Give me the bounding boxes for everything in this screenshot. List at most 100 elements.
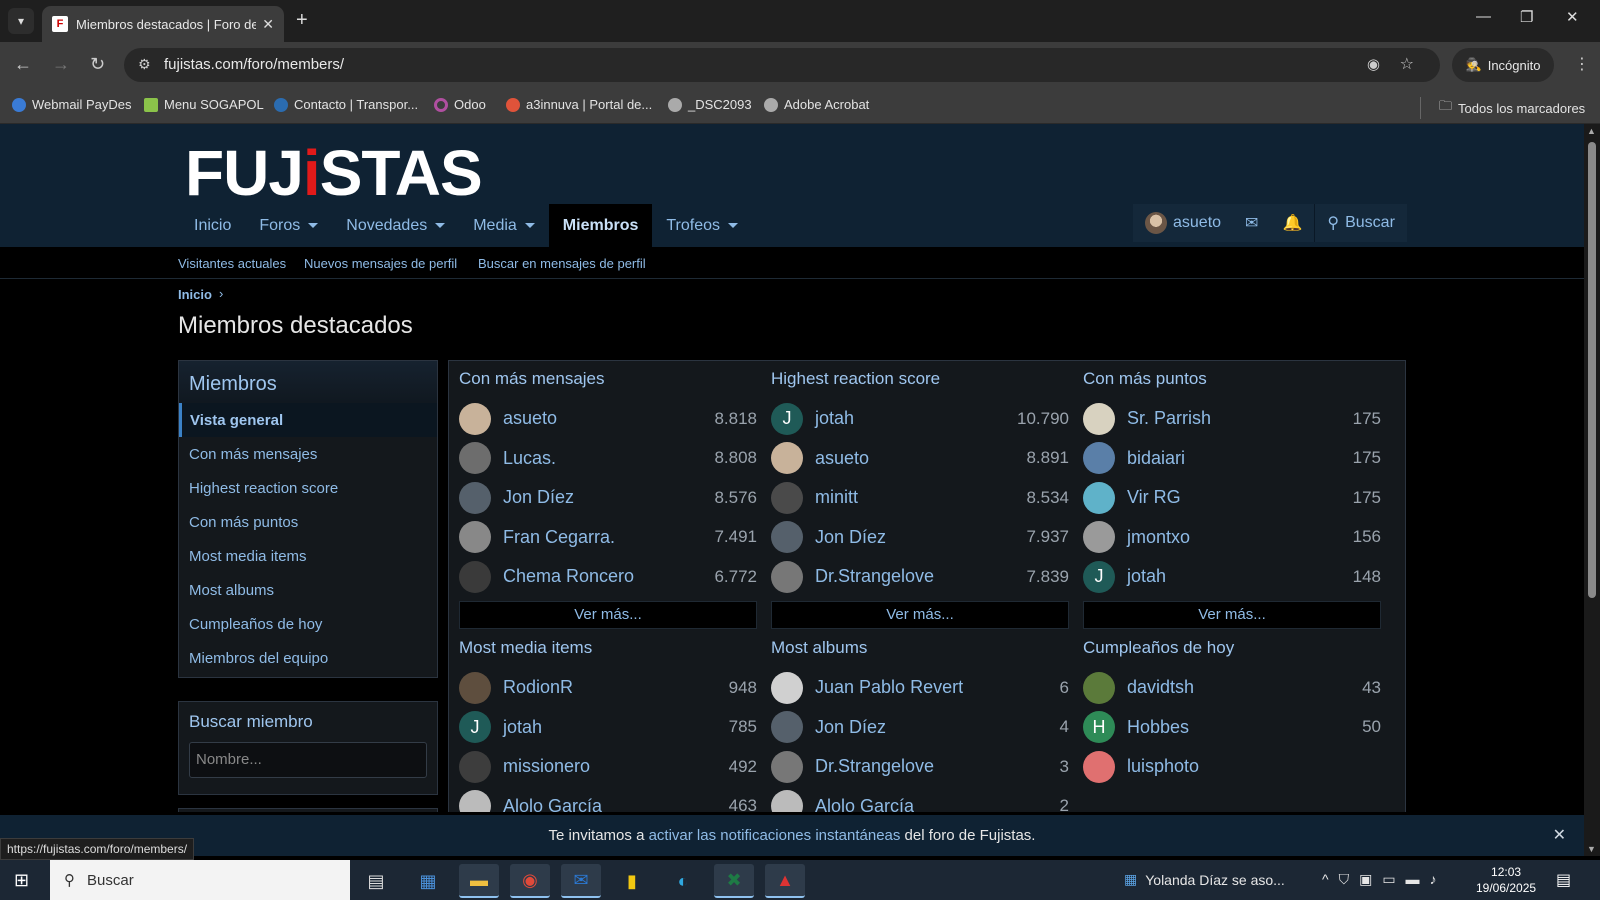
site-info-icon[interactable]: ⚙ — [138, 56, 151, 73]
battery-icon[interactable]: ▬ — [1406, 871, 1420, 888]
subnav-visitantes[interactable]: Visitantes actuales — [178, 256, 286, 271]
member-name[interactable]: jotah — [815, 408, 854, 429]
reload-icon[interactable]: ↻ — [90, 54, 105, 75]
shield-icon[interactable]: ⛉ — [1339, 871, 1350, 888]
sidebar-item-equipo[interactable]: Miembros del equipo — [179, 641, 437, 677]
bookmark-item[interactable]: _DSC2093 — [668, 97, 752, 112]
sidebar-item-cumpleanos[interactable]: Cumpleaños de hoy — [179, 607, 437, 641]
tracking-protection-icon[interactable]: ◉ — [1367, 55, 1380, 73]
subnav-nuevos-mensajes[interactable]: Nuevos mensajes de perfil — [304, 256, 457, 271]
browser-menu-icon[interactable]: ⋮ — [1574, 54, 1590, 74]
avatar[interactable] — [1083, 671, 1115, 704]
minimize-icon[interactable]: — — [1476, 8, 1491, 25]
member-name[interactable]: Vir RG — [1127, 487, 1181, 508]
restore-icon[interactable]: ❐ — [1520, 8, 1533, 26]
forward-icon[interactable]: → — [52, 54, 70, 75]
avatar[interactable] — [459, 750, 491, 783]
member-name[interactable]: Dr.Strangelove — [815, 566, 934, 587]
member-name[interactable]: RodionR — [503, 677, 573, 698]
nav-inicio[interactable]: Inicio — [180, 204, 245, 247]
member-name[interactable]: asueto — [503, 408, 557, 429]
bookmark-item[interactable]: Adobe Acrobat — [764, 97, 869, 112]
windows-start-icon[interactable]: ⊞ — [14, 870, 29, 891]
avatar[interactable] — [459, 671, 491, 704]
page-scrollbar[interactable]: ▲ ▼ — [1584, 124, 1600, 856]
account-button[interactable]: asueto — [1133, 204, 1233, 242]
edge-icon[interactable]: ◐ — [663, 864, 703, 898]
avatar[interactable] — [771, 711, 803, 744]
calculator-icon[interactable]: ▦ — [408, 864, 448, 898]
nav-trofeos[interactable]: Trofeos — [652, 204, 752, 247]
avatar[interactable] — [459, 521, 491, 554]
member-name[interactable]: luisphoto — [1127, 756, 1199, 777]
new-tab-icon[interactable]: + — [296, 9, 308, 32]
section-title[interactable]: Con más mensajes — [459, 369, 757, 399]
inbox-icon[interactable]: ✉ — [1233, 204, 1270, 242]
chevron-down-icon[interactable] — [524, 223, 535, 228]
sidebar-item-mas-mensajes[interactable]: Con más mensajes — [179, 437, 437, 471]
breadcrumb[interactable]: Inicio — [178, 287, 212, 302]
member-name[interactable]: Fran Cegarra. — [503, 527, 615, 548]
bookmark-item[interactable]: a3innuva | Portal de... — [506, 97, 652, 112]
avatar[interactable]: J — [459, 711, 491, 744]
avatar[interactable] — [771, 442, 803, 475]
avatar[interactable] — [459, 790, 491, 812]
section-title[interactable]: Highest reaction score — [771, 369, 1069, 399]
sidebar-item-vista-general[interactable]: Vista general — [179, 403, 437, 437]
bookmark-item[interactable]: Webmail PayDes — [12, 97, 131, 112]
member-name[interactable]: jotah — [503, 717, 542, 738]
avatar[interactable] — [771, 481, 803, 514]
member-name[interactable]: bidaiari — [1127, 448, 1185, 469]
camera-icon[interactable]: ▣ — [1359, 871, 1372, 888]
avatar[interactable]: H — [1083, 711, 1115, 744]
member-name[interactable]: Hobbes — [1127, 717, 1189, 738]
acrobat-icon[interactable]: ▲ — [765, 864, 805, 898]
file-explorer-icon[interactable]: ▬ — [459, 864, 499, 898]
bookmark-item[interactable]: Odoo — [434, 97, 486, 112]
member-name[interactable]: minitt — [815, 487, 858, 508]
avatar[interactable] — [1083, 402, 1115, 435]
member-name[interactable]: Jon Díez — [815, 527, 886, 548]
avatar[interactable] — [771, 671, 803, 704]
nav-novedades[interactable]: Novedades — [332, 204, 459, 247]
tab-close-icon[interactable]: ✕ — [262, 16, 274, 33]
member-name[interactable]: Juan Pablo Revert — [815, 677, 963, 698]
avatar[interactable]: J — [1083, 560, 1115, 593]
news-widget[interactable]: ▦ Yolanda Díaz se aso... — [1124, 871, 1285, 888]
network-icon[interactable]: ▭ — [1382, 871, 1395, 888]
section-title[interactable]: Cumpleaños de hoy — [1083, 638, 1381, 668]
search-button[interactable]: ⚲ Buscar — [1314, 204, 1407, 242]
taskbar-search[interactable]: ⚲ Buscar — [50, 860, 350, 900]
bookmark-star-icon[interactable]: ☆ — [1400, 54, 1414, 74]
chrome-icon[interactable]: ◉ — [510, 864, 550, 898]
sidebar-item-media-items[interactable]: Most media items — [179, 539, 437, 573]
member-name[interactable]: Dr.Strangelove — [815, 756, 934, 777]
avatar[interactable] — [1083, 481, 1115, 514]
window-close-icon[interactable]: ✕ — [1566, 8, 1579, 26]
avatar[interactable] — [1083, 750, 1115, 783]
avatar[interactable] — [1083, 521, 1115, 554]
avatar[interactable] — [459, 560, 491, 593]
close-icon[interactable]: ✕ — [1553, 825, 1566, 845]
member-name[interactable]: Chema Roncero — [503, 566, 634, 587]
nav-media[interactable]: Media — [459, 204, 549, 247]
nav-miembros[interactable]: Miembros — [548, 204, 653, 247]
avatar[interactable] — [771, 790, 803, 812]
excel-icon[interactable]: ✖ — [714, 864, 754, 898]
member-name[interactable]: Alolo García — [815, 796, 914, 812]
member-name[interactable]: Lucas. — [503, 448, 556, 469]
member-name[interactable]: asueto — [815, 448, 869, 469]
section-title[interactable]: Most media items — [459, 638, 757, 668]
avatar[interactable] — [1083, 442, 1115, 475]
member-search-input[interactable]: Nombre... — [189, 742, 427, 778]
volume-muted-icon[interactable]: ♪ — [1430, 871, 1437, 888]
address-bar[interactable]: ⚙ fujistas.com/foro/members/ ◉ ☆ — [124, 48, 1440, 82]
back-icon[interactable]: ← — [14, 54, 32, 75]
see-more-button[interactable]: Ver más... — [771, 600, 1069, 629]
bookmark-item[interactable]: Contacto | Transpor... — [274, 97, 418, 112]
section-title[interactable]: Most albums — [771, 638, 1069, 668]
member-name[interactable]: missionero — [503, 756, 590, 777]
enable-notifications-link[interactable]: activar las notificaciones instantáneas — [649, 827, 901, 844]
avatar[interactable] — [459, 481, 491, 514]
avatar[interactable] — [771, 521, 803, 554]
